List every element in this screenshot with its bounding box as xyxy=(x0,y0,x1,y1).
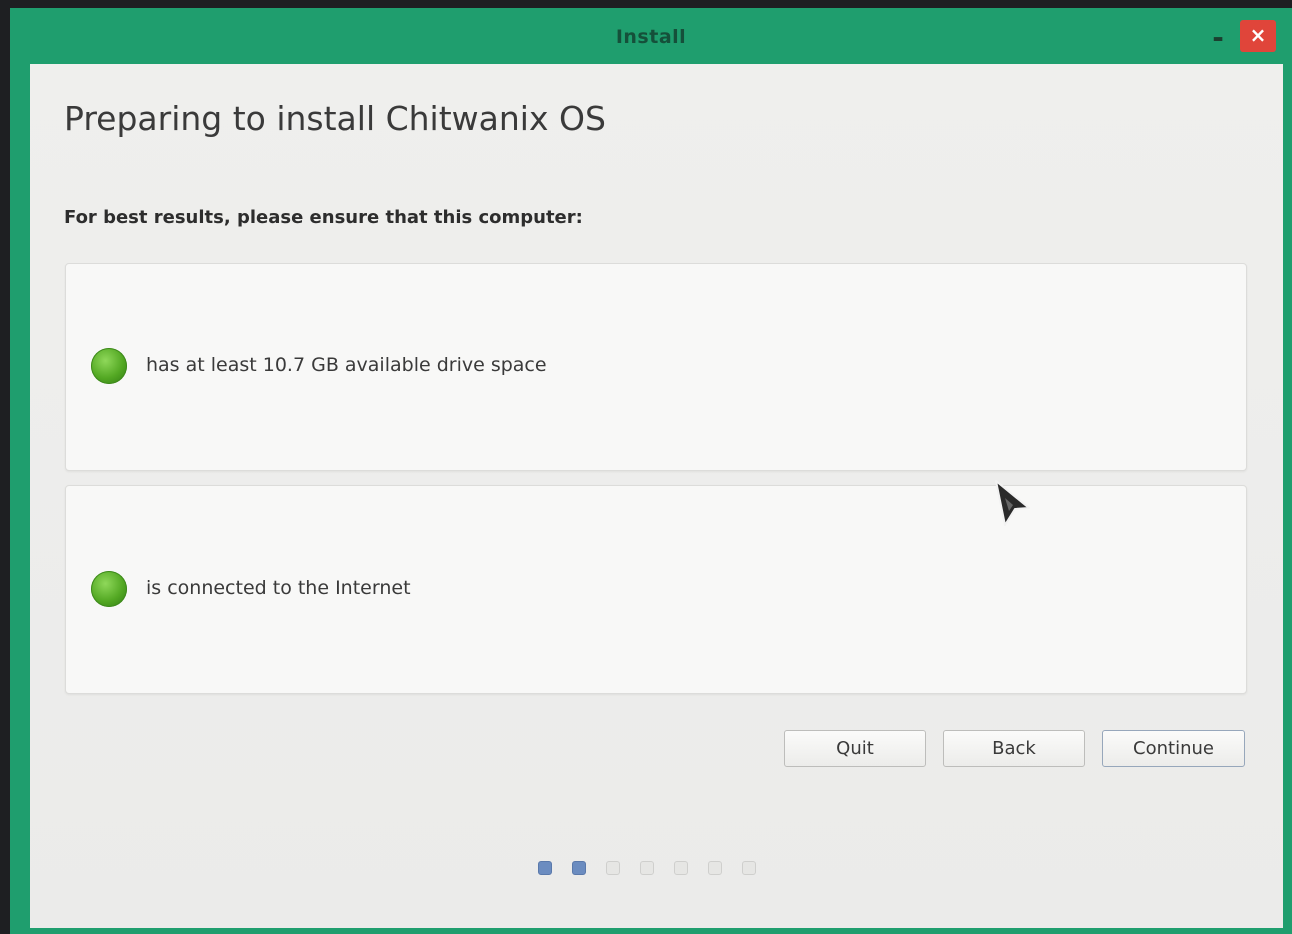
requirement-panel-drive-space: has at least 10.7 GB available drive spa… xyxy=(65,263,1247,471)
mouse-pointer-icon xyxy=(995,480,1030,526)
installer-window: Install - × Preparing to install Chitwan… xyxy=(10,8,1292,934)
step-progress-indicator xyxy=(538,861,756,877)
minimize-button[interactable]: - xyxy=(1206,20,1230,56)
status-ok-icon xyxy=(91,571,127,607)
quit-button[interactable]: Quit xyxy=(784,730,926,767)
progress-step-dot xyxy=(640,861,654,875)
requirement-label: is connected to the Internet xyxy=(146,577,411,599)
progress-step-dot xyxy=(708,861,722,875)
requirement-panel-internet: is connected to the Internet xyxy=(65,485,1247,694)
installer-content: Preparing to install Chitwanix OS For be… xyxy=(30,64,1283,928)
requirements-intro: For best results, please ensure that thi… xyxy=(64,207,583,228)
continue-button[interactable]: Continue xyxy=(1102,730,1245,767)
progress-step-dot xyxy=(572,861,586,875)
progress-step-dot xyxy=(538,861,552,875)
progress-step-dot xyxy=(742,861,756,875)
page-title: Preparing to install Chitwanix OS xyxy=(64,99,606,138)
requirement-label: has at least 10.7 GB available drive spa… xyxy=(146,354,547,376)
minimize-icon: - xyxy=(1212,21,1224,54)
progress-step-dot xyxy=(674,861,688,875)
window-title: Install xyxy=(615,26,687,48)
close-icon: × xyxy=(1249,23,1267,47)
progress-step-dot xyxy=(606,861,620,875)
status-ok-icon xyxy=(91,348,127,384)
title-bar[interactable]: Install - × xyxy=(10,8,1292,64)
back-button[interactable]: Back xyxy=(943,730,1085,767)
close-button[interactable]: × xyxy=(1240,20,1276,52)
